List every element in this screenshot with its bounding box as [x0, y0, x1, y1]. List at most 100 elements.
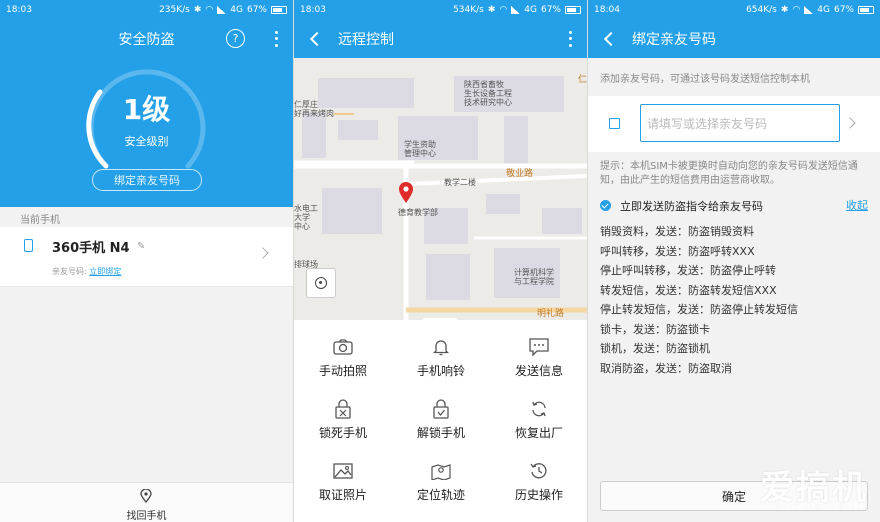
map-road-mingli: 明礼路 — [537, 309, 565, 319]
status-time: 18:03 — [300, 5, 326, 15]
bell-icon — [430, 336, 452, 358]
signal-icon — [511, 6, 521, 14]
title-bar: 安全防盗 ? — [0, 20, 293, 58]
title-bar: 绑定亲友号码 — [588, 20, 880, 58]
map-label-building2: 教学二楼 — [444, 178, 476, 187]
refresh-icon — [528, 398, 550, 420]
command-item: 取消防盗，发送：防盗取消 — [600, 361, 732, 375]
history-icon — [528, 460, 550, 482]
net-speed: 654K/s — [746, 5, 777, 15]
network-type: 4G — [524, 5, 537, 15]
action-lock-phone[interactable]: 锁死手机 — [294, 390, 392, 452]
security-level-label: 安全级别 — [124, 135, 169, 148]
contact-book-icon[interactable] — [609, 118, 620, 129]
device-card[interactable]: 360手机 N4 ✎ 亲友号码: 立即绑定 — [0, 227, 293, 287]
location-map[interactable]: 陕西省畜牧 生长设备工程 技术研究中心 仁厚庄 好再来烤肉 学生资助 管理中心 … — [294, 58, 587, 320]
command-item: 销毁资料，发送：防盗销毁资料 — [600, 225, 754, 238]
network-type: 4G — [230, 5, 243, 15]
bluetooth-icon: ✱ — [487, 5, 496, 15]
action-label: 手机响铃 — [416, 364, 465, 378]
action-label: 历史操作 — [514, 488, 563, 502]
add-contact-hint: 添加亲友号码，可通过该号码发送短信控制本机 — [600, 73, 810, 85]
header: 18:04 654K/s ✱ ◠ 4G 67% 绑定亲友号码 — [588, 0, 880, 58]
hero-spacer — [0, 190, 293, 207]
signal-icon — [804, 6, 814, 14]
status-right: 534K/s ✱ ◠ 4G 67% — [453, 5, 581, 15]
action-take-photo[interactable]: 手动拍照 — [294, 328, 392, 390]
map-track-icon — [430, 460, 452, 482]
battery-icon — [858, 6, 874, 14]
map-label-edge: 仁 — [578, 75, 587, 85]
more-menu-icon[interactable] — [567, 29, 573, 49]
chevron-right-icon — [257, 247, 269, 259]
security-hero: 18:03 235K/s ✱ ◠ 4G 67% 安全防盗 ? 1级 安全级别 绑… — [0, 0, 293, 191]
bind-now-link[interactable]: 立即绑定 — [89, 267, 121, 276]
bind-contact-button[interactable]: 绑定亲友号码 — [92, 169, 202, 191]
wifi-icon: ◠ — [205, 5, 214, 15]
remote-control-screen: 18:03 534K/s ✱ ◠ 4G 67% 远程控制 陕西省畜牧 生长设备工… — [294, 0, 587, 522]
device-name: 360手机 N4 — [52, 241, 130, 256]
action-location-track[interactable]: 定位轨迹 — [392, 452, 490, 514]
action-label: 恢复出厂 — [514, 426, 563, 440]
battery-icon — [565, 6, 581, 14]
back-arrow-icon[interactable] — [603, 31, 619, 47]
action-factory-reset[interactable]: 恢复出厂 — [490, 390, 587, 452]
page-title: 远程控制 — [338, 32, 394, 48]
map-label-institute: 陕西省畜牧 生长设备工程 技术研究中心 — [464, 80, 512, 107]
camera-icon — [332, 336, 354, 358]
action-label: 取证照片 — [318, 488, 367, 502]
security-level: 1级 — [122, 93, 171, 126]
bind-contact-screen: 18:04 654K/s ✱ ◠ 4G 67% 绑定亲友号码 添加亲友号码，可通… — [588, 0, 880, 522]
action-unlock-phone[interactable]: 解锁手机 — [392, 390, 490, 452]
action-history[interactable]: 历史操作 — [490, 452, 587, 514]
sim-change-tip: 提示：本机SIM卡被更换时自动向您的亲友号码发送短信通知，由此产生的短信费用由运… — [600, 161, 858, 186]
status-time: 18:04 — [594, 5, 620, 15]
action-label: 锁死手机 — [318, 426, 367, 440]
status-time: 18:03 — [6, 5, 32, 15]
action-send-message[interactable]: 发送信息 — [490, 328, 587, 390]
find-phone-tab[interactable]: 找回手机 — [0, 482, 293, 522]
location-pin-icon — [399, 182, 413, 203]
command-item: 停止转发短信，发送：防盗停止转发短信 — [600, 303, 798, 316]
status-right: 235K/s ✱ ◠ 4G 67% — [159, 5, 287, 15]
wifi-icon: ◠ — [792, 5, 801, 15]
more-menu-icon[interactable] — [273, 29, 279, 49]
command-item: 锁机，发送：防盗锁机 — [600, 342, 710, 355]
friend-number-label: 亲友号码: — [52, 267, 87, 276]
contact-number-input[interactable]: 请填写或选择亲友号码 — [640, 104, 840, 142]
map-road-jingye: 敬业路 — [506, 169, 534, 179]
edit-icon[interactable]: ✎ — [137, 241, 145, 252]
chevron-right-icon[interactable] — [844, 117, 856, 129]
net-speed: 235K/s — [159, 5, 190, 15]
back-arrow-icon[interactable] — [309, 31, 325, 47]
action-label: 解锁手机 — [416, 426, 465, 440]
net-speed: 534K/s — [453, 5, 484, 15]
collapse-link[interactable]: 收起 — [846, 197, 868, 213]
unlock-icon — [430, 398, 452, 420]
phone-icon — [24, 239, 33, 252]
status-right: 654K/s ✱ ◠ 4G 67% — [746, 5, 874, 15]
photo-icon — [332, 460, 354, 482]
battery-icon — [271, 6, 287, 14]
command-item: 锁卡，发送：防盗锁卡 — [600, 322, 710, 336]
checkbox-checked[interactable] — [600, 200, 611, 211]
wifi-icon: ◠ — [499, 5, 508, 15]
locate-me-button[interactable] — [306, 268, 336, 298]
message-icon — [528, 336, 550, 358]
map-label-restaurant: 仁厚庄 好再来烤肉 — [294, 100, 334, 118]
send-command-row: 立即发送防盗指令给亲友号码 收起 — [588, 194, 880, 216]
action-evidence-photos[interactable]: 取证照片 — [294, 452, 392, 514]
find-phone-label: 找回手机 — [126, 511, 167, 522]
status-bar: 18:03 534K/s ✱ ◠ 4G 67% — [294, 0, 587, 20]
status-bar: 18:03 235K/s ✱ ◠ 4G 67% — [0, 0, 293, 20]
current-phone-label: 当前手机 — [0, 207, 293, 227]
crosshair-icon — [315, 277, 327, 289]
bluetooth-icon: ✱ — [193, 5, 202, 15]
page-title: 安全防盗 — [118, 32, 175, 48]
map-label-funding: 学生资助 管理中心 — [404, 140, 436, 158]
watermark-url: IGAO7.COM — [780, 502, 866, 513]
map-label-hydro: 水电工 大学 中心 — [294, 204, 318, 231]
help-icon[interactable]: ? — [226, 29, 245, 48]
title-bar: 远程控制 — [294, 20, 587, 58]
action-ring-phone[interactable]: 手机响铃 — [392, 328, 490, 390]
